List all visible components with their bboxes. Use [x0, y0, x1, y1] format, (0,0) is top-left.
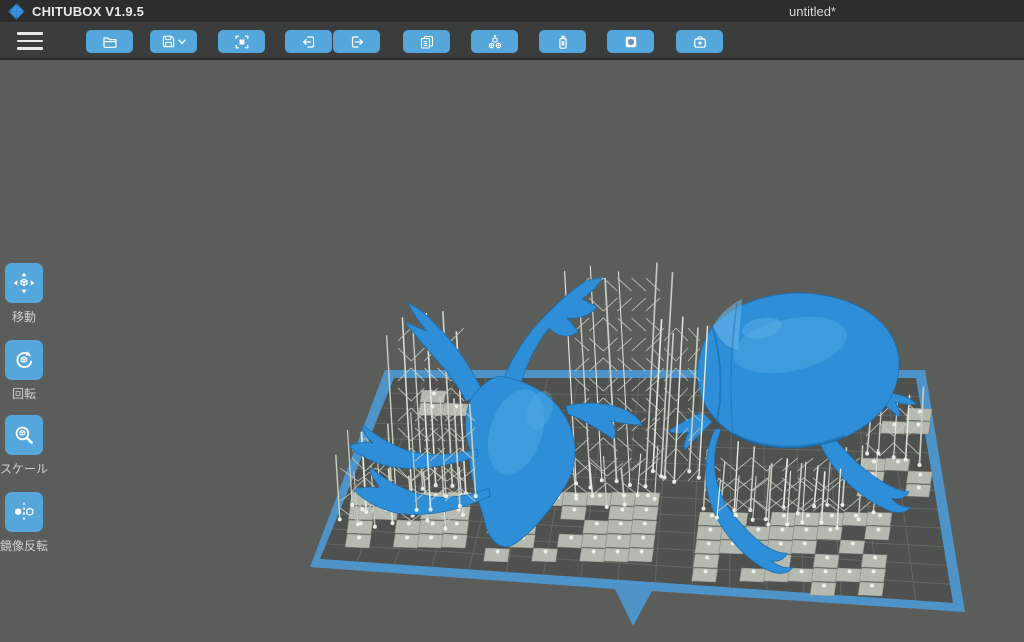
- app-logo-icon: [8, 3, 25, 20]
- move-icon: [13, 272, 35, 294]
- auto-layout-button[interactable]: [471, 30, 518, 53]
- rotate-button[interactable]: [5, 340, 43, 380]
- clone-button[interactable]: [403, 30, 450, 53]
- arrange-icon: [488, 34, 501, 48]
- mirror-label: 鏡像反転: [0, 539, 48, 553]
- mirror-icon: [15, 502, 34, 522]
- chitubox-window: CHITUBOX V1.9.5 untitled* 移動 回転 スケール 鏡像反…: [0, 0, 1024, 642]
- menu-button[interactable]: [16, 30, 46, 52]
- folder-open-icon: [102, 36, 117, 48]
- chevron-down-icon: [178, 39, 186, 44]
- open-file-button[interactable]: [86, 30, 133, 53]
- repair-button[interactable]: [676, 30, 723, 53]
- move-button[interactable]: [5, 263, 43, 303]
- move-label: 移動: [11, 310, 36, 324]
- titlebar: CHITUBOX V1.9.5 untitled*: [0, 0, 1024, 22]
- hollow-button[interactable]: [607, 30, 654, 53]
- arrow-right-box-icon: [351, 35, 363, 48]
- scale-icon: [15, 426, 33, 444]
- viewport-3d[interactable]: 移動 回転 スケール 鏡像反転: [0, 60, 1024, 642]
- repair-icon: [693, 35, 706, 48]
- save-button[interactable]: [150, 30, 197, 53]
- resin-button[interactable]: [539, 30, 586, 53]
- rotate-label: 回転: [11, 387, 36, 401]
- scale-button[interactable]: [5, 415, 43, 455]
- save-icon: [162, 35, 175, 48]
- sidebar-tool-mirror: 鏡像反転: [0, 492, 48, 553]
- sidebar-tool-move: 移動: [5, 263, 43, 324]
- toolbar: [0, 22, 1024, 60]
- resin-bottle-icon: [558, 35, 567, 49]
- screenshot-icon: [235, 35, 248, 48]
- scene-canvas: [310, 262, 965, 626]
- sidebar-tool-scale: スケール: [0, 415, 48, 476]
- mirror-button[interactable]: [5, 492, 43, 532]
- copy-icon: [420, 35, 433, 49]
- sidebar-tool-rotate: 回転: [5, 340, 43, 401]
- rotate-icon: [16, 351, 33, 368]
- previous-button[interactable]: [285, 30, 332, 53]
- hamburger-icon: [17, 32, 43, 35]
- document-title: untitled*: [789, 4, 836, 19]
- hollow-icon: [625, 36, 636, 47]
- arrow-left-box-icon: [302, 35, 314, 48]
- scale-label: スケール: [0, 462, 48, 476]
- screenshot-button[interactable]: [218, 30, 265, 53]
- app-title: CHITUBOX V1.9.5: [32, 4, 145, 19]
- next-button[interactable]: [333, 30, 380, 53]
